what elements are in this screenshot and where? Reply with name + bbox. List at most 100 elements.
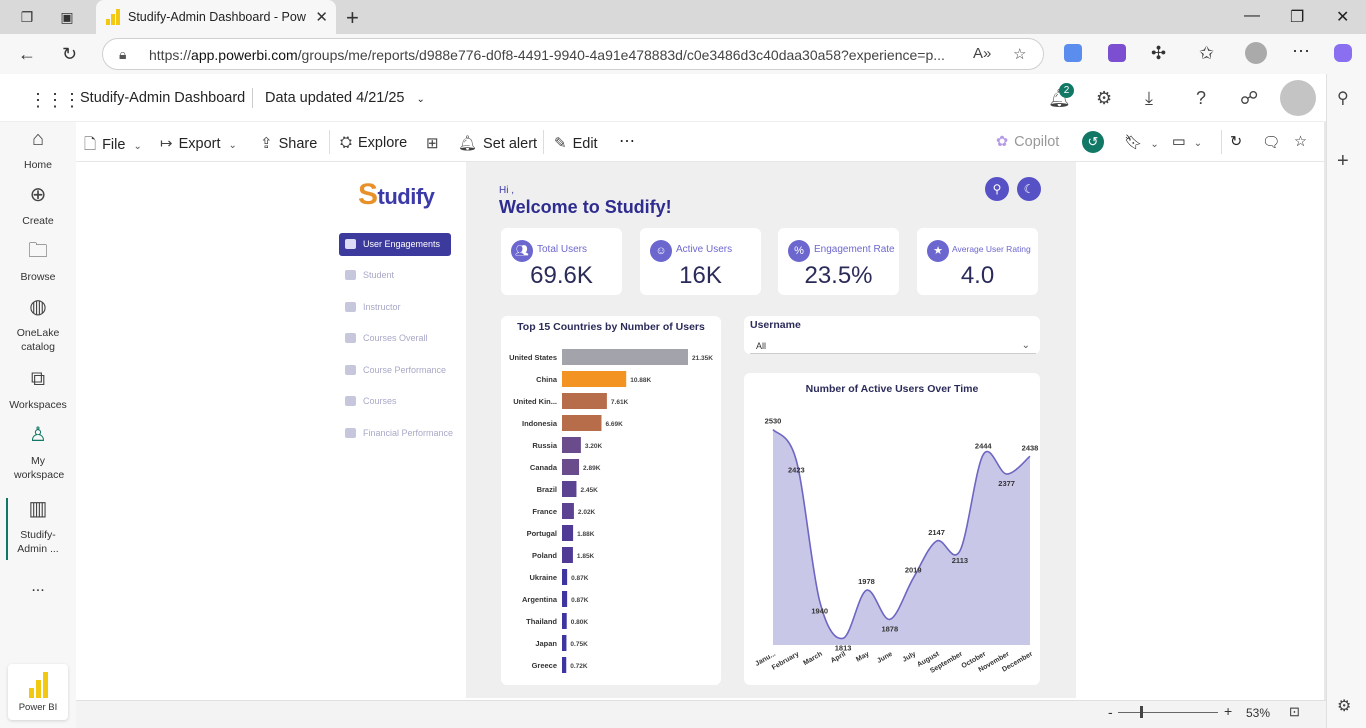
ribbon-divider <box>329 130 330 154</box>
nav-student[interactable]: Student <box>339 264 451 287</box>
extensions-puzzle-icon[interactable]: ✣ <box>1151 43 1166 64</box>
bar <box>562 613 567 629</box>
users-icon: 👥︎ <box>511 240 533 262</box>
copilot-icon[interactable] <box>1334 44 1352 62</box>
minimize-icon[interactable]: — <box>1244 7 1260 25</box>
bar-category-label: China <box>536 375 558 384</box>
sidebar-search-icon[interactable]: ⚲ <box>1337 88 1349 108</box>
bar-chart-title: Top 15 Countries by Number of Users <box>517 321 705 333</box>
workspaces-tab-icon[interactable]: ❐ <box>18 8 36 26</box>
favorite-icon[interactable]: ☆ <box>1294 134 1307 150</box>
zoom-level: 53% <box>1246 706 1271 720</box>
active-indicator <box>6 498 8 560</box>
status-bar <box>76 700 1326 728</box>
nav-courses-overall[interactable]: Courses Overall <box>339 327 451 350</box>
fit-to-page-icon[interactable]: ⊡ <box>1289 704 1300 720</box>
sidebar-settings-icon[interactable]: ⚙ <box>1337 696 1351 716</box>
username-slicer-dropdown[interactable]: All ⌄ <box>750 338 1036 354</box>
rail-item-onelake-catalog[interactable]: ◍ OneLake catalog <box>0 297 76 354</box>
bar-category-label: Canada <box>530 463 558 472</box>
copilot-button[interactable]: ✿ Copilot <box>996 134 1059 150</box>
extension-icon[interactable] <box>1108 44 1126 62</box>
bar <box>562 437 581 453</box>
chevron-down-icon: ⌄ <box>1021 340 1030 351</box>
refresh-icon[interactable]: ↻ <box>62 44 77 65</box>
rail-item-current-report[interactable]: ▥ Studify-Admin ... <box>0 498 76 556</box>
report-name[interactable]: Studify-Admin Dashboard <box>80 90 245 106</box>
report-icon: ▥ <box>28 498 48 520</box>
nav-courses[interactable]: Courses <box>339 390 451 413</box>
restore-icon[interactable]: ❐ <box>1290 7 1304 27</box>
zoom-slider[interactable] <box>1118 712 1218 713</box>
area-data-label: 2147 <box>928 528 945 537</box>
bar <box>562 591 568 607</box>
settings-gear-icon[interactable]: ⚙ <box>1096 88 1112 109</box>
address-bar[interactable]: 🔒︎ https://app.powerbi.com/groups/me/rep… <box>102 38 1044 70</box>
nav-financial-performance[interactable]: Financial Performance <box>339 422 453 445</box>
instructor-icon <box>345 302 356 312</box>
chevron-down-icon: ⌄ <box>133 141 142 152</box>
reset-icon[interactable]: ↺ <box>1082 131 1104 153</box>
zoom-out-icon[interactable]: - <box>1108 704 1113 720</box>
bar <box>562 481 577 497</box>
dark-mode-moon-icon[interactable]: ☾ <box>1017 177 1041 201</box>
comments-icon[interactable]: 🗨︎ <box>1262 134 1280 151</box>
rail-more-button[interactable]: ... <box>0 579 76 595</box>
lock-icon[interactable]: 🔒︎ <box>119 46 126 63</box>
copilot-extension-icon[interactable] <box>1064 44 1082 62</box>
share-button[interactable]: ⇪ Share <box>260 134 317 152</box>
browser-menu-icon[interactable]: ⋯ <box>1292 41 1310 62</box>
back-icon[interactable]: ← <box>18 44 36 65</box>
welcome-title: Welcome to Studify! <box>499 197 672 217</box>
close-tab-icon[interactable]: ✕ <box>315 8 328 26</box>
subscribe-button[interactable]: ⊞ <box>426 134 445 152</box>
export-menu-button[interactable]: ↦ Export ⌄ <box>160 134 237 152</box>
zoom-slider-thumb[interactable] <box>1140 706 1143 718</box>
bookmark-button[interactable]: 🔖︎ ⌄ <box>1124 134 1159 151</box>
bar-data-label: 3.20K <box>585 443 603 450</box>
help-icon[interactable]: ? <box>1196 88 1206 109</box>
powerbi-product-switcher[interactable]: Power BI <box>8 664 68 720</box>
file-menu-button[interactable]: 🗋︎ File ⌄ <box>84 134 142 159</box>
favorite-star-icon[interactable]: ☆ <box>1013 45 1026 63</box>
set-alert-button[interactable]: 🔔︎ Set alert <box>458 134 537 152</box>
explore-button[interactable]: ⛭ Explore <box>340 134 407 151</box>
refresh-visuals-icon[interactable]: ↻ <box>1230 134 1242 150</box>
rail-item-my-workspace[interactable]: ♙ My workspace <box>0 425 76 482</box>
app-launcher-icon[interactable]: ⋮⋮⋮ <box>29 90 81 111</box>
browser-tab-active[interactable]: Studify-Admin Dashboard - Powe ✕ <box>96 0 336 34</box>
bar-data-label: 0.72K <box>570 663 588 670</box>
read-aloud-icon[interactable]: A» <box>973 45 991 62</box>
data-updated-dropdown[interactable]: Data updated 4/21/25 ⌄ <box>265 90 425 106</box>
view-button[interactable]: ▭ ⌄ <box>1172 134 1202 150</box>
ribbon-divider <box>543 130 544 154</box>
window-close-icon[interactable]: ✕ <box>1336 7 1349 27</box>
chevron-down-icon: ⌄ <box>1193 138 1203 149</box>
vertical-tabs-icon[interactable]: ▣ <box>58 8 76 26</box>
rail-item-workspaces[interactable]: ⧉ Workspaces <box>0 369 76 412</box>
rail-item-home[interactable]: ⌂ Home <box>0 129 76 172</box>
bar-category-label: Argentina <box>522 595 558 604</box>
search-icon[interactable]: ⚲ <box>985 177 1009 201</box>
profile-avatar[interactable] <box>1245 42 1267 64</box>
nav-user-engagements[interactable]: User Engagements <box>339 233 451 256</box>
kpi-label: Average User Rating <box>952 244 1031 254</box>
download-icon[interactable]: ⤓ <box>1145 88 1153 109</box>
new-tab-icon[interactable]: + <box>346 5 359 31</box>
edit-button[interactable]: ✎ Edit <box>554 134 598 152</box>
kpi-value: 4.0 <box>960 262 995 289</box>
notification-badge: 2 <box>1059 83 1074 98</box>
subscribe-icon: ⊞ <box>426 135 439 152</box>
nav-instructor[interactable]: Instructor <box>339 296 451 319</box>
feedback-icon[interactable]: ☍ <box>1240 88 1258 109</box>
user-avatar[interactable] <box>1280 80 1316 116</box>
nav-course-performance[interactable]: Course Performance <box>339 359 451 382</box>
x-tick-label: February <box>771 651 801 672</box>
favorites-icon[interactable]: ✩ <box>1199 43 1214 64</box>
zoom-in-icon[interactable]: + <box>1224 703 1232 719</box>
rail-item-browse[interactable]: 🗀︎ Browse <box>0 241 76 284</box>
rail-item-create[interactable]: ⊕ Create <box>0 185 76 228</box>
more-options-button[interactable]: ⋯ <box>619 131 635 151</box>
area-data-label: 2444 <box>975 442 993 451</box>
sidebar-add-icon[interactable]: + <box>1337 150 1349 173</box>
